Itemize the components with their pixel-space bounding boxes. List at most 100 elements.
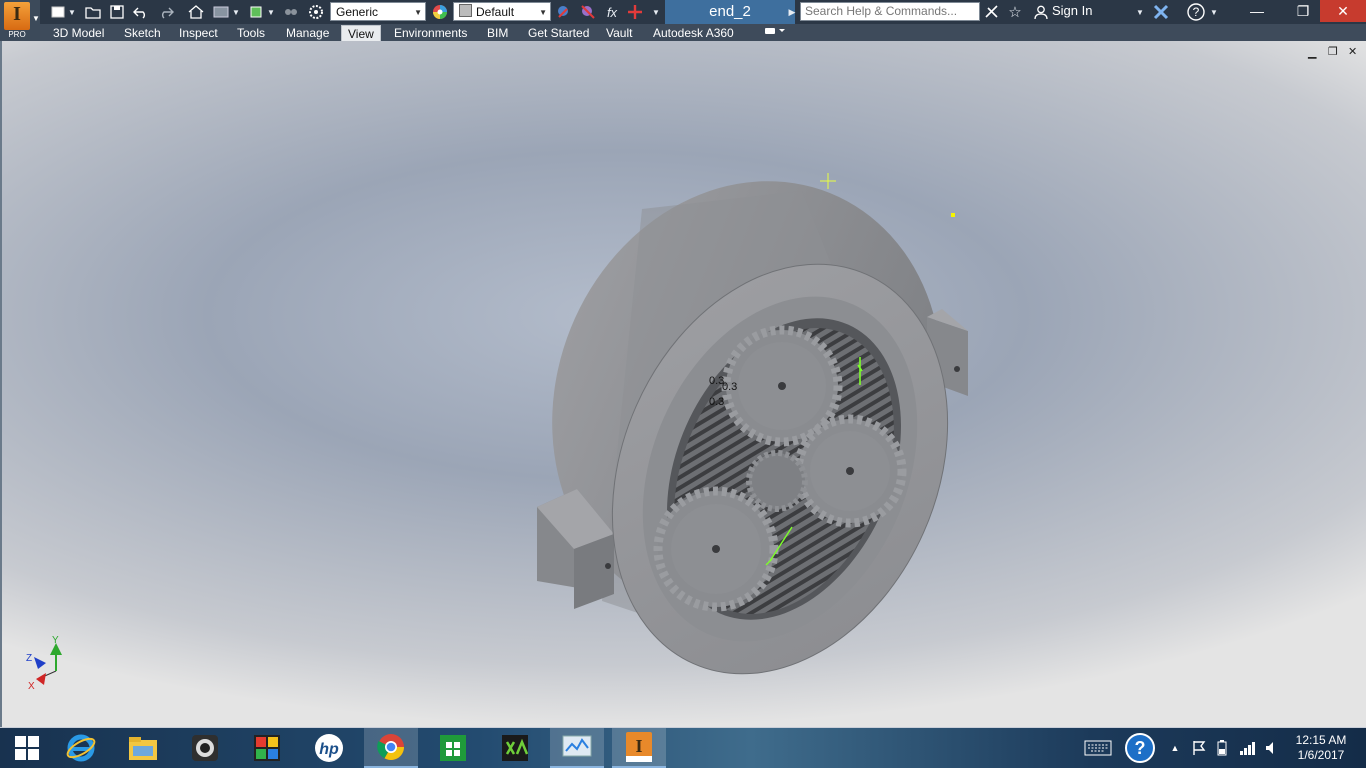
fx-icon: fx xyxy=(606,4,618,20)
z-axis-arrow xyxy=(34,657,46,669)
clear-appearance-button[interactable] xyxy=(577,2,599,22)
minimize-button[interactable]: — xyxy=(1240,0,1274,22)
tab-environments[interactable]: Environments xyxy=(394,25,467,41)
sign-in-link[interactable]: Sign In xyxy=(1052,3,1092,18)
taskbar-app-webcam[interactable] xyxy=(178,728,232,768)
user-button[interactable] xyxy=(1032,2,1050,22)
appearance-swatch-icon xyxy=(459,4,472,17)
planet-gear-top xyxy=(721,325,843,447)
appearance-select[interactable]: Default ▼ xyxy=(453,2,551,21)
taskbar-app-chrome[interactable] xyxy=(364,728,418,768)
svg-text:hp: hp xyxy=(319,741,339,758)
volume-button[interactable] xyxy=(1264,728,1280,768)
taskbar-app-inventor[interactable]: I xyxy=(612,728,666,768)
adjust-button[interactable] xyxy=(553,2,575,22)
tab-vault[interactable]: Vault xyxy=(606,25,632,41)
return-icon xyxy=(213,6,229,18)
tab-3d-model[interactable]: 3D Model xyxy=(53,25,104,41)
save-button[interactable] xyxy=(106,2,128,22)
new-file-icon xyxy=(51,6,65,18)
search-input[interactable]: Search Help & Commands... xyxy=(800,2,980,21)
action-center-button[interactable] xyxy=(1190,728,1208,768)
return-button[interactable]: ▼ xyxy=(208,2,244,22)
speaker-icon xyxy=(1266,742,1273,754)
star-icon: ☆ xyxy=(1008,4,1022,21)
store-icon xyxy=(440,735,466,761)
application-menu-button[interactable]: I PRO ▼ xyxy=(0,0,40,40)
tab-tools[interactable]: Tools xyxy=(237,25,265,41)
select-filter-icon xyxy=(250,6,262,18)
tab-inspect[interactable]: Inspect xyxy=(179,25,218,41)
touch-keyboard-button[interactable] xyxy=(1082,728,1114,768)
customize-toolbar-button[interactable]: ▼ xyxy=(648,2,662,22)
exchange-x-icon xyxy=(1153,4,1169,20)
svg-text:?: ? xyxy=(1193,5,1200,19)
sun-gear xyxy=(746,450,808,512)
document-title: end_2 xyxy=(665,0,795,24)
taskbar-app-task-manager[interactable] xyxy=(550,728,604,768)
webcam-icon xyxy=(192,735,218,761)
tab-autodesk-a360[interactable]: Autodesk A360 xyxy=(653,25,734,41)
favorites-button[interactable]: ☆ xyxy=(1006,2,1024,22)
taskbar-app-store[interactable] xyxy=(426,728,480,768)
tab-get-started[interactable]: Get Started xyxy=(528,25,589,41)
dimension-label[interactable]: 0.3 xyxy=(709,396,724,408)
material-value: Generic xyxy=(336,5,379,19)
taskbar-app-camtasia[interactable] xyxy=(488,728,542,768)
tab-view[interactable]: View xyxy=(341,25,381,41)
tab-bim[interactable]: BIM xyxy=(487,25,508,41)
search-placeholder: Search Help & Commands... xyxy=(805,4,958,18)
expand-button[interactable]: ▶ xyxy=(786,2,798,22)
measure-button[interactable] xyxy=(624,2,646,22)
adaptive-button[interactable] xyxy=(280,2,302,22)
undo-button[interactable] xyxy=(130,2,152,22)
taskbar-app-ie[interactable] xyxy=(54,728,108,768)
battery-button[interactable] xyxy=(1213,728,1231,768)
flag-icon xyxy=(1193,741,1206,755)
restore-button[interactable]: ❐ xyxy=(1286,0,1320,22)
tab-manage[interactable]: Manage xyxy=(286,25,329,41)
battery-icon xyxy=(1217,740,1227,756)
chevron-right-icon: ▶ xyxy=(788,6,796,17)
taskbar-clock[interactable]: 12:15 AM 1/6/2017 xyxy=(1290,733,1352,763)
home-button[interactable] xyxy=(185,2,207,22)
color-button[interactable] xyxy=(429,2,451,22)
chevron-down-icon: ▼ xyxy=(414,8,422,17)
task-manager-icon xyxy=(562,735,592,757)
open-button[interactable] xyxy=(82,2,104,22)
show-hidden-icons-button[interactable]: ▲ xyxy=(1168,728,1182,768)
file-explorer-icon xyxy=(129,737,157,760)
network-button[interactable] xyxy=(1238,728,1258,768)
windows-taskbar: hp I ? ▲ 12:15 AM 1/6/2017 xyxy=(0,728,1366,768)
start-button[interactable] xyxy=(0,728,54,768)
sign-in-dropdown[interactable]: ▼ xyxy=(1134,2,1146,22)
taskbar-app-hp[interactable]: hp xyxy=(302,728,356,768)
exchange-apps-button[interactable] xyxy=(1150,2,1172,22)
clock-time: 12:15 AM xyxy=(1295,733,1347,747)
redo-button[interactable] xyxy=(155,2,177,22)
material-select[interactable]: Generic ▼ xyxy=(330,2,426,21)
close-button[interactable]: ✕ xyxy=(1320,0,1366,22)
inventor-icon: I xyxy=(626,732,652,762)
x-axis-arrow xyxy=(36,673,46,685)
parameters-button[interactable]: fx xyxy=(601,2,623,22)
graphics-viewport[interactable]: ▁ ❐ ✕ 0.3 0.3 0.3 Y Z X xyxy=(0,41,1366,727)
camtasia-icon xyxy=(502,735,529,761)
adjust-appearance-icon xyxy=(558,6,568,18)
internet-explorer-icon xyxy=(66,734,96,762)
dimension-label[interactable]: 0.3 xyxy=(722,381,737,393)
settings-button[interactable] xyxy=(305,2,327,22)
search-tools-button[interactable] xyxy=(984,2,1000,22)
new-file-button[interactable]: ▼ xyxy=(48,2,78,22)
gear-housing-model[interactable] xyxy=(2,41,1366,727)
svg-text:?: ? xyxy=(1135,738,1146,758)
taskbar-app-explorer[interactable] xyxy=(116,728,170,768)
tab-sketch[interactable]: Sketch xyxy=(124,25,161,41)
select-filter-button[interactable]: ▼ xyxy=(248,2,276,22)
help-dropdown[interactable]: ▼ xyxy=(1208,2,1220,22)
taskbar-app-puzzle[interactable] xyxy=(240,728,294,768)
help-tray-button[interactable]: ? xyxy=(1122,728,1158,768)
edition-label: PRO xyxy=(8,30,26,39)
ribbon-display-button[interactable] xyxy=(764,25,786,41)
help-button[interactable]: ? xyxy=(1184,2,1208,22)
